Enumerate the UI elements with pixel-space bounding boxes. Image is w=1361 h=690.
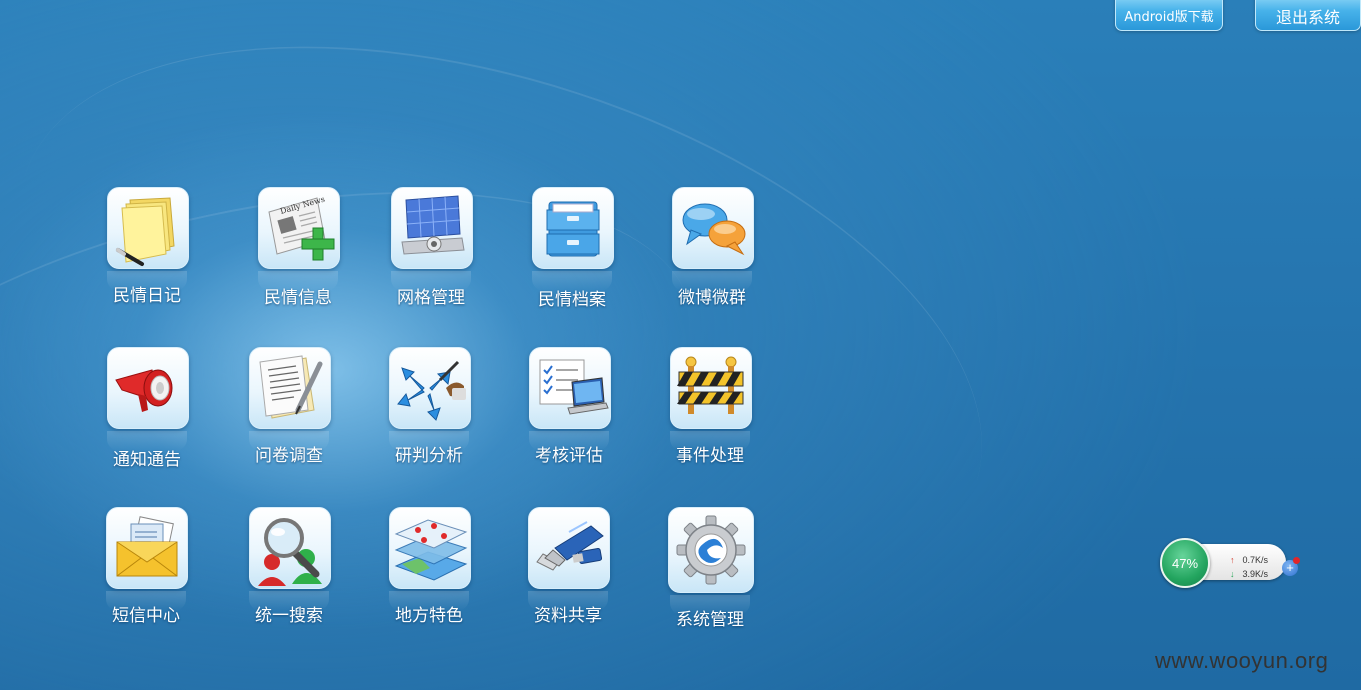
download-speed: ↓ 3.9K/s	[1230, 569, 1268, 579]
network-speed-widget[interactable]: ↑ 0.7K/s ↓ 3.9K/s + 47%	[1158, 538, 1300, 588]
download-speed-value: 3.9K/s	[1242, 569, 1269, 579]
megaphone-icon	[107, 347, 189, 429]
tile-label: 研判分析	[395, 446, 463, 466]
tile-sms[interactable]: 短信中心	[86, 507, 206, 647]
upload-arrow-icon: ↑	[1230, 555, 1235, 565]
usb-drive-icon	[528, 507, 610, 589]
tile-label: 系统管理	[676, 610, 744, 630]
download-arrow-icon: ↓	[1230, 569, 1235, 579]
tile-search[interactable]: 统一搜索	[229, 507, 349, 647]
tile-assessment[interactable]: 考核评估	[509, 347, 629, 487]
tile-label: 地方特色	[395, 606, 463, 626]
tile-label: 网格管理	[397, 288, 465, 308]
file-cabinet-icon	[532, 187, 614, 269]
tile-diary[interactable]: 民情日记	[87, 187, 207, 327]
tile-label: 民情信息	[264, 288, 332, 308]
sticky-notes-icon	[107, 187, 189, 269]
chat-bubbles-icon	[672, 187, 754, 269]
newspaper-add-icon: Daily News	[258, 187, 340, 269]
laptop-checklist-icon	[529, 347, 611, 429]
tile-label: 通知通告	[113, 450, 181, 470]
grid-monitor-icon	[391, 187, 473, 269]
tile-label: 短信中心	[112, 606, 180, 626]
tile-weibo[interactable]: 微博微群	[652, 187, 772, 327]
tile-label: 民情日记	[113, 286, 181, 306]
android-download-label: Android版下载	[1124, 10, 1214, 25]
tile-local[interactable]: 地方特色	[369, 507, 489, 647]
tile-label: 考核评估	[535, 446, 603, 466]
logout-button[interactable]: 退出系统	[1255, 0, 1361, 31]
android-download-button[interactable]: Android版下载	[1115, 0, 1223, 31]
memory-usage-circle[interactable]: 47%	[1160, 538, 1210, 588]
tile-archive[interactable]: 民情档案	[512, 187, 632, 327]
construction-barrier-icon	[670, 347, 752, 429]
search-users-icon	[249, 507, 331, 589]
envelope-icon	[106, 507, 188, 589]
tile-label: 问卷调查	[255, 446, 323, 466]
upload-speed: ↑ 0.7K/s	[1230, 555, 1268, 565]
watermark: www.wooyun.org	[1155, 648, 1329, 673]
tile-survey[interactable]: 问卷调查	[229, 347, 349, 487]
tile-share[interactable]: 资料共享	[508, 507, 628, 647]
tile-label: 统一搜索	[255, 606, 323, 626]
tile-analysis[interactable]: 研判分析	[369, 347, 489, 487]
analysis-arrows-icon	[389, 347, 471, 429]
tile-grid[interactable]: 网格管理	[371, 187, 491, 327]
tile-notice[interactable]: 通知通告	[87, 347, 207, 487]
tile-label: 民情档案	[538, 290, 606, 310]
questionnaire-pen-icon	[249, 347, 331, 429]
memory-usage-percent: 47%	[1171, 555, 1199, 571]
tile-label: 事件处理	[676, 446, 744, 466]
gear-icon	[668, 507, 754, 593]
map-layers-icon	[389, 507, 471, 589]
tile-events[interactable]: 事件处理	[650, 347, 770, 487]
logout-label: 退出系统	[1275, 7, 1340, 27]
tile-label: 微博微群	[678, 288, 746, 308]
upload-speed-value: 0.7K/s	[1242, 555, 1269, 565]
tile-system[interactable]: 系统管理	[650, 507, 770, 647]
tile-label: 资料共享	[534, 606, 602, 626]
notification-dot	[1293, 557, 1300, 564]
tile-info[interactable]: Daily News 民情信息	[238, 187, 358, 327]
